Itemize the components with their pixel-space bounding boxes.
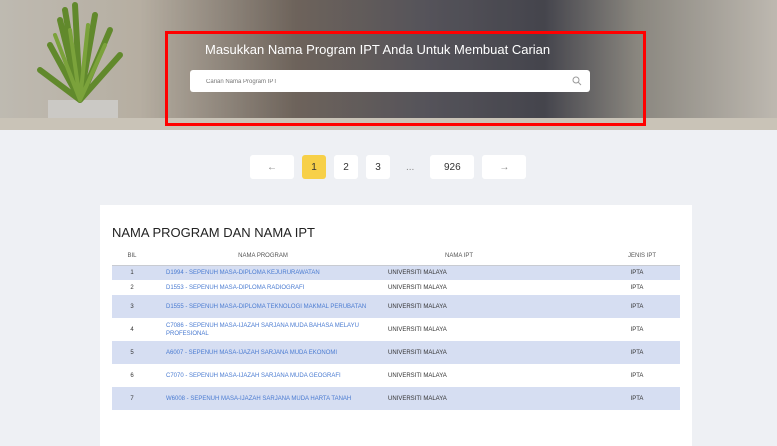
pagination: ← 1 2 3 ... 926 → xyxy=(250,155,527,179)
page-button-1[interactable]: 1 xyxy=(302,155,326,179)
results-table: BIL NAMA PROGRAM NAMA IPT JENIS IPT 1 D1… xyxy=(112,247,680,410)
row-number: 5 xyxy=(112,341,152,364)
ipt-name: UNIVERSITI MALAYA xyxy=(374,295,544,318)
ipt-name: UNIVERSITI MALAYA xyxy=(374,265,544,280)
ipt-type: IPTA xyxy=(630,372,644,379)
ipt-type: IPTA xyxy=(544,265,680,280)
table-header-row: BIL NAMA PROGRAM NAMA IPT JENIS IPT xyxy=(112,247,680,266)
ipt-name: UNIVERSITI MALAYA xyxy=(388,372,447,379)
row-number: 2 xyxy=(130,284,134,291)
pagination-ellipsis: ... xyxy=(406,161,415,173)
next-page-button[interactable]: → xyxy=(482,155,527,179)
program-link[interactable]: C7070 - SEPENUH MASA-IJAZAH SARJANA MUDA… xyxy=(152,364,374,387)
program-link[interactable]: D1555 - SEPENUH MASA-DIPLOMA TEKNOLOGI M… xyxy=(152,295,374,318)
page-button-last[interactable]: 926 xyxy=(430,155,475,179)
row-number: 6 xyxy=(130,372,134,379)
ipt-name: UNIVERSITI MALAYA xyxy=(388,284,447,291)
program-link[interactable]: D1553 - SEPENUH MASA-DIPLOMA RADIOGRAFI xyxy=(152,280,374,295)
row-number: 3 xyxy=(112,295,152,318)
row-number: 7 xyxy=(112,387,152,410)
table-row: 6 C7070 - SEPENUH MASA-IJAZAH SARJANA MU… xyxy=(112,364,680,387)
results-card: NAMA PROGRAM DAN NAMA IPT BIL NAMA PROGR… xyxy=(100,205,692,446)
prev-page-button[interactable]: ← xyxy=(250,155,294,179)
table-row: 5 A6007 - SEPENUH MASA-IJAZAH SARJANA MU… xyxy=(112,341,680,364)
ipt-type: IPTA xyxy=(544,295,680,318)
ipt-name: UNIVERSITI MALAYA xyxy=(374,341,544,364)
row-number: 1 xyxy=(112,265,152,280)
table-row: 4 C7086 - SEPENUH MASA-IJAZAH SARJANA MU… xyxy=(112,318,680,341)
table-row: 3 D1555 - SEPENUH MASA-DIPLOMA TEKNOLOGI… xyxy=(112,295,680,318)
ipt-name: UNIVERSITI MALAYA xyxy=(374,387,544,410)
page-button-3[interactable]: 3 xyxy=(366,155,390,179)
table-row: 1 D1994 - SEPENUH MASA-DIPLOMA KEJURURAW… xyxy=(112,265,680,280)
ipt-type: IPTA xyxy=(630,326,644,333)
program-link[interactable]: W6008 - SEPENUH MASA-IJAZAH SARJANA MUDA… xyxy=(152,387,374,410)
ipt-name: UNIVERSITI MALAYA xyxy=(388,326,447,333)
page-button-2[interactable]: 2 xyxy=(334,155,358,179)
ipt-type: IPTA xyxy=(630,284,644,291)
header-program: NAMA PROGRAM xyxy=(152,247,374,266)
program-link[interactable]: D1994 - SEPENUH MASA-DIPLOMA KEJURURAWAT… xyxy=(152,265,374,280)
row-number: 4 xyxy=(130,326,134,333)
highlight-box xyxy=(165,31,646,126)
header-ipt: NAMA IPT xyxy=(374,247,544,266)
ipt-type: IPTA xyxy=(544,387,680,410)
table-title: NAMA PROGRAM DAN NAMA IPT xyxy=(112,225,315,240)
header-no: BIL xyxy=(112,247,152,266)
table-row: 2 D1553 - SEPENUH MASA-DIPLOMA RADIOGRAF… xyxy=(112,280,680,295)
program-link[interactable]: A6007 - SEPENUH MASA-IJAZAH SARJANA MUDA… xyxy=(152,341,374,364)
table-row: 7 W6008 - SEPENUH MASA-IJAZAH SARJANA MU… xyxy=(112,387,680,410)
program-link[interactable]: C7086 - SEPENUH MASA-IJAZAH SARJANA MUDA… xyxy=(152,318,374,341)
ipt-type: IPTA xyxy=(544,341,680,364)
header-jenis: JENIS IPT xyxy=(544,247,680,266)
